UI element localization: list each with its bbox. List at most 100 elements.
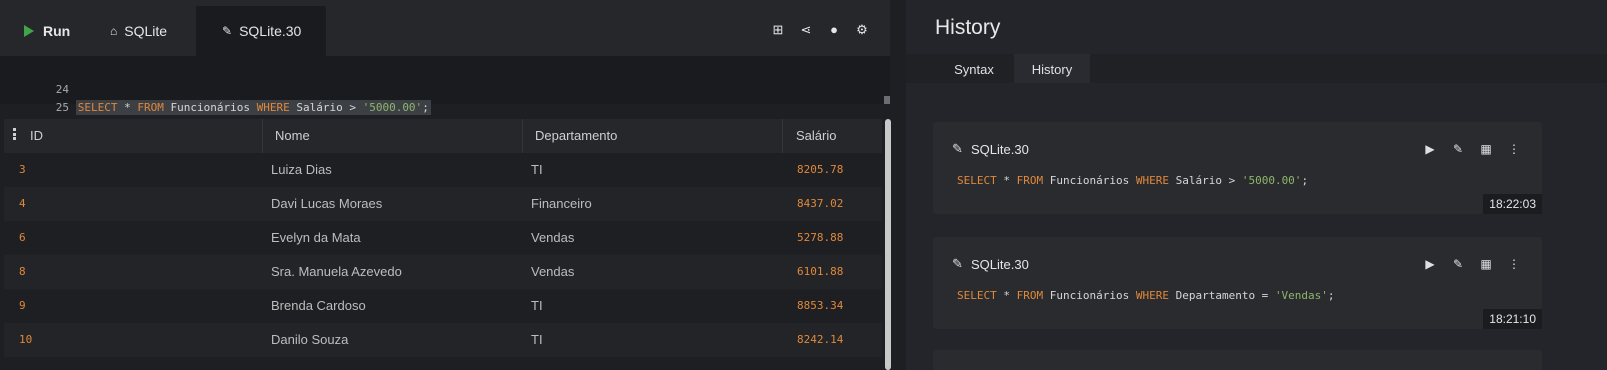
line-number: 25 bbox=[55, 101, 69, 114]
query-text: ; bbox=[422, 101, 429, 114]
query-text: ; bbox=[1301, 174, 1309, 187]
gear-icon[interactable]: ⚙ bbox=[848, 22, 876, 38]
grid-icon[interactable]: ▦ bbox=[1472, 142, 1500, 156]
column-divider[interactable] bbox=[782, 119, 783, 153]
tab-sqlite-label: SQLite bbox=[124, 23, 168, 39]
history-query: SELECT * FROM Funcionários WHERE Salário… bbox=[957, 174, 1308, 187]
cell-nome: Danilo Souza bbox=[271, 332, 349, 347]
query-text: Salário > bbox=[289, 101, 363, 114]
selected-query[interactable]: SELECT * FROM Funcionários WHERE Salário… bbox=[75, 100, 431, 115]
edit-icon[interactable]: ✎ bbox=[1444, 257, 1472, 271]
keyword: WHERE bbox=[1135, 289, 1169, 302]
editor-line: 24 bbox=[16, 63, 76, 96]
query-text: Departamento = bbox=[1168, 289, 1275, 302]
header-id[interactable]: ID bbox=[30, 119, 43, 153]
column-divider[interactable] bbox=[522, 119, 523, 153]
panel-tabs: Syntax History bbox=[906, 54, 1607, 83]
table-row[interactable]: 6 Evelyn da Mata Vendas 5278.88 bbox=[4, 221, 882, 255]
more-vertical-icon[interactable]: ⋮ bbox=[1500, 257, 1528, 271]
play-icon[interactable]: ▶ bbox=[1416, 257, 1444, 271]
play-icon[interactable]: ▶ bbox=[1416, 142, 1444, 156]
editor-scrollbar[interactable] bbox=[884, 96, 890, 104]
cell-id: 3 bbox=[19, 163, 26, 176]
cell-departamento: TI bbox=[531, 332, 543, 347]
grid-scrollbar[interactable] bbox=[885, 119, 891, 370]
code-editor[interactable]: 24 25 SELECT * FROM Funcionários WHERE Sa… bbox=[0, 56, 890, 115]
column-divider[interactable] bbox=[262, 119, 263, 153]
cell-id: 10 bbox=[19, 333, 33, 346]
header-nome[interactable]: Nome bbox=[275, 119, 310, 153]
editor-panel: Run ⌂ SQLite ✎ SQLite.30 ⊞ ⋖ ● ⚙ 24 25 SE… bbox=[0, 0, 906, 370]
grid-icon[interactable]: ▦ bbox=[1472, 257, 1500, 271]
history-timestamp: 18:21:10 bbox=[1483, 309, 1542, 329]
table-row[interactable]: 4 Davi Lucas Moraes Financeiro 8437.02 bbox=[4, 187, 882, 221]
cell-id: 6 bbox=[19, 231, 26, 244]
edit-icon[interactable]: ✎ bbox=[1444, 142, 1472, 156]
table-row[interactable]: 10 Danilo Souza TI 8242.14 bbox=[4, 323, 882, 357]
cell-salario: 6101.88 bbox=[797, 265, 844, 278]
column-menu-icon[interactable] bbox=[13, 128, 16, 140]
cell-salario: 8853.34 bbox=[797, 299, 844, 312]
cell-nome: Evelyn da Mata bbox=[271, 230, 361, 245]
keyword: WHERE bbox=[1135, 174, 1169, 187]
user-icon[interactable]: ● bbox=[820, 22, 848, 38]
play-icon bbox=[24, 25, 34, 37]
cell-departamento: Financeiro bbox=[531, 196, 592, 211]
header-salario[interactable]: Salário bbox=[796, 119, 836, 153]
keyword: WHERE bbox=[256, 101, 290, 114]
cell-nome: Davi Lucas Moraes bbox=[271, 196, 383, 211]
run-button[interactable]: Run bbox=[0, 6, 86, 56]
cell-departamento: TI bbox=[531, 298, 543, 313]
string-literal: '5000.00' bbox=[1241, 174, 1302, 187]
tab-syntax[interactable]: Syntax bbox=[934, 54, 1014, 83]
table-row[interactable]: 9 Brenda Cardoso TI 8853.34 bbox=[4, 289, 882, 323]
table-row[interactable]: 8 Sra. Manuela Azevedo Vendas 6101.88 bbox=[4, 255, 882, 289]
run-label: Run bbox=[43, 23, 71, 39]
header-departamento[interactable]: Departamento bbox=[535, 119, 617, 153]
history-timestamp: 18:22:03 bbox=[1483, 194, 1542, 214]
keyword: FROM bbox=[1016, 174, 1044, 187]
plus-square-icon[interactable]: ⊞ bbox=[764, 22, 792, 38]
edit-icon: ✎ bbox=[222, 24, 233, 38]
keyword: FROM bbox=[137, 101, 164, 114]
cell-id: 4 bbox=[19, 197, 26, 210]
query-text: Funcionários bbox=[1043, 289, 1136, 302]
history-query: SELECT * FROM Funcionários WHERE Departa… bbox=[957, 289, 1335, 302]
history-card[interactable]: ✎ SQLite.30 ▶ ✎ ▦ ⋮ SELECT * FROM Funcio… bbox=[933, 237, 1542, 329]
query-text: * bbox=[117, 101, 138, 114]
cell-id: 8 bbox=[19, 265, 26, 278]
query-text: ; bbox=[1327, 289, 1335, 302]
table-row[interactable]: 3 Luiza Dias TI 8205.78 bbox=[4, 153, 882, 187]
cell-salario: 8437.02 bbox=[797, 197, 844, 210]
pencil-icon: ✎ bbox=[952, 141, 963, 156]
share-icon[interactable]: ⋖ bbox=[792, 22, 820, 38]
cell-nome: Sra. Manuela Azevedo bbox=[271, 264, 402, 279]
keyword: SELECT bbox=[957, 174, 997, 187]
more-vertical-icon[interactable]: ⋮ bbox=[1500, 142, 1528, 156]
cell-nome: Luiza Dias bbox=[271, 162, 332, 177]
cell-departamento: Vendas bbox=[531, 230, 575, 245]
cell-departamento: Vendas bbox=[531, 264, 575, 279]
editor-line: 25 SELECT * FROM Funcionários WHERE Salár… bbox=[16, 81, 431, 115]
cell-nome: Brenda Cardoso bbox=[271, 298, 366, 313]
cell-departamento: TI bbox=[531, 162, 543, 177]
keyword: SELECT bbox=[957, 289, 997, 302]
tab-sqlite-30-label: SQLite.30 bbox=[239, 23, 302, 39]
cell-salario: 5278.88 bbox=[797, 231, 844, 244]
tab-history[interactable]: History bbox=[1014, 54, 1090, 83]
tab-sqlite[interactable]: ⌂ SQLite bbox=[86, 6, 192, 56]
history-card-title: SQLite.30 bbox=[971, 257, 1029, 272]
pencil-icon: ✎ bbox=[952, 256, 963, 271]
history-card[interactable] bbox=[933, 350, 1542, 370]
cell-salario: 8205.78 bbox=[797, 163, 844, 176]
query-text: Salário > bbox=[1168, 174, 1242, 187]
keyword: FROM bbox=[1016, 289, 1044, 302]
history-card[interactable]: ✎ SQLite.30 ▶ ✎ ▦ ⋮ SELECT * FROM Funcio… bbox=[933, 122, 1542, 214]
tab-sqlite-30[interactable]: ✎ SQLite.30 bbox=[196, 6, 326, 56]
panel-title: History bbox=[935, 16, 1001, 39]
keyword: SELECT bbox=[77, 101, 118, 114]
history-card-title: SQLite.30 bbox=[971, 142, 1029, 157]
toolbar: Run ⌂ SQLite ✎ SQLite.30 ⊞ ⋖ ● ⚙ bbox=[0, 0, 890, 56]
results-grid: ID Nome Departamento Salário 3 Luiza Dia… bbox=[4, 119, 882, 370]
query-text: * bbox=[996, 174, 1017, 187]
